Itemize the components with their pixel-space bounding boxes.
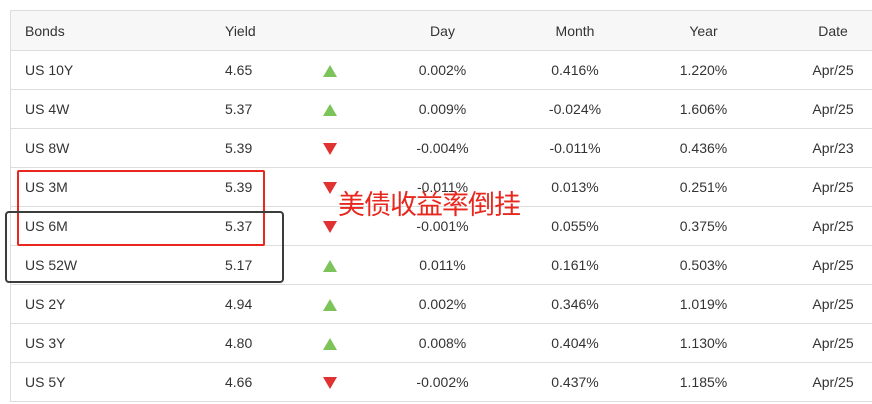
triangle-down-icon (323, 143, 337, 156)
yield-cell: 5.17 (225, 245, 305, 285)
year-change-cell: 0.503% (620, 245, 787, 285)
bond-name-cell[interactable]: US 4W (10, 89, 225, 129)
bond-name-cell[interactable]: US 5Y (10, 362, 225, 402)
month-change-cell: 0.437% (530, 362, 620, 402)
table-row[interactable]: US 4W 5.37 0.009% -0.024% 1.606% Apr/25 (10, 89, 872, 129)
direction-cell (305, 284, 355, 324)
day-change-cell: -0.002% (355, 362, 530, 402)
month-change-cell: -0.024% (530, 89, 620, 129)
date-cell: Apr/25 (787, 245, 872, 285)
month-change-cell: 0.161% (530, 245, 620, 285)
inversion-annotation: 美债收益率倒挂 (338, 190, 521, 221)
year-change-cell: 0.251% (620, 167, 787, 207)
year-change-cell: 1.185% (620, 362, 787, 402)
day-change-cell: 0.011% (355, 245, 530, 285)
date-cell: Apr/25 (787, 167, 872, 207)
yield-cell: 4.94 (225, 284, 305, 324)
bond-name-cell[interactable]: US 6M (10, 206, 225, 246)
yield-cell: 5.39 (225, 128, 305, 168)
date-cell: Apr/25 (787, 284, 872, 324)
month-change-cell: 0.013% (530, 167, 620, 207)
header-bonds[interactable]: Bonds (10, 10, 225, 51)
yield-cell: 5.39 (225, 167, 305, 207)
triangle-up-icon (323, 338, 337, 351)
table-row[interactable]: US 10Y 4.65 0.002% 0.416% 1.220% Apr/25 (10, 50, 872, 90)
month-change-cell: -0.011% (530, 128, 620, 168)
month-change-cell: 0.055% (530, 206, 620, 246)
yield-cell: 4.65 (225, 50, 305, 90)
table-row[interactable]: US 52W 5.17 0.011% 0.161% 0.503% Apr/25 (10, 245, 872, 285)
day-change-cell: 0.008% (355, 323, 530, 363)
bond-name-cell[interactable]: US 3Y (10, 323, 225, 363)
direction-cell (305, 323, 355, 363)
table-row[interactable]: US 8W 5.39 -0.004% -0.011% 0.436% Apr/23 (10, 128, 872, 168)
month-change-cell: 0.346% (530, 284, 620, 324)
triangle-up-icon (323, 299, 337, 312)
header-year[interactable]: Year (620, 10, 787, 51)
day-change-cell: 0.002% (355, 50, 530, 90)
month-change-cell: 0.416% (530, 50, 620, 90)
header-yield[interactable]: Yield (225, 10, 305, 51)
triangle-up-icon (323, 104, 337, 117)
year-change-cell: 1.606% (620, 89, 787, 129)
table-row[interactable]: US 2Y 4.94 0.002% 0.346% 1.019% Apr/25 (10, 284, 872, 324)
triangle-up-icon (323, 65, 337, 78)
direction-cell (305, 362, 355, 402)
day-change-cell: 0.009% (355, 89, 530, 129)
triangle-down-icon (323, 377, 337, 390)
bond-yields-panel: Bonds Yield Day Month Year Date US 10Y 4.… (0, 0, 872, 404)
date-cell: Apr/25 (787, 50, 872, 90)
header-date[interactable]: Date (787, 10, 872, 51)
day-change-cell: 0.002% (355, 284, 530, 324)
yield-cell: 4.80 (225, 323, 305, 363)
direction-cell (305, 89, 355, 129)
date-cell: Apr/25 (787, 206, 872, 246)
month-change-cell: 0.404% (530, 323, 620, 363)
year-change-cell: 0.375% (620, 206, 787, 246)
year-change-cell: 1.019% (620, 284, 787, 324)
bond-name-cell[interactable]: US 52W (10, 245, 225, 285)
bond-name-cell[interactable]: US 3M (10, 167, 225, 207)
table-header-row: Bonds Yield Day Month Year Date (10, 10, 872, 51)
date-cell: Apr/25 (787, 89, 872, 129)
triangle-down-icon (323, 182, 337, 195)
year-change-cell: 0.436% (620, 128, 787, 168)
header-month[interactable]: Month (530, 10, 620, 51)
header-day[interactable]: Day (355, 10, 530, 51)
bond-name-cell[interactable]: US 10Y (10, 50, 225, 90)
date-cell: Apr/23 (787, 128, 872, 168)
direction-cell (305, 245, 355, 285)
yield-cell: 5.37 (225, 206, 305, 246)
table-row[interactable]: US 3Y 4.80 0.008% 0.404% 1.130% Apr/25 (10, 323, 872, 363)
yield-cell: 4.66 (225, 362, 305, 402)
yield-cell: 5.37 (225, 89, 305, 129)
bond-name-cell[interactable]: US 8W (10, 128, 225, 168)
year-change-cell: 1.220% (620, 50, 787, 90)
header-direction (305, 10, 355, 51)
direction-cell (305, 50, 355, 90)
date-cell: Apr/25 (787, 362, 872, 402)
triangle-down-icon (323, 221, 337, 234)
year-change-cell: 1.130% (620, 323, 787, 363)
triangle-up-icon (323, 260, 337, 273)
day-change-cell: -0.004% (355, 128, 530, 168)
bond-name-cell[interactable]: US 2Y (10, 284, 225, 324)
direction-cell (305, 128, 355, 168)
table-row[interactable]: US 5Y 4.66 -0.002% 0.437% 1.185% Apr/25 (10, 362, 872, 402)
date-cell: Apr/25 (787, 323, 872, 363)
table-body: US 10Y 4.65 0.002% 0.416% 1.220% Apr/25 US 4W 5… (10, 50, 872, 402)
